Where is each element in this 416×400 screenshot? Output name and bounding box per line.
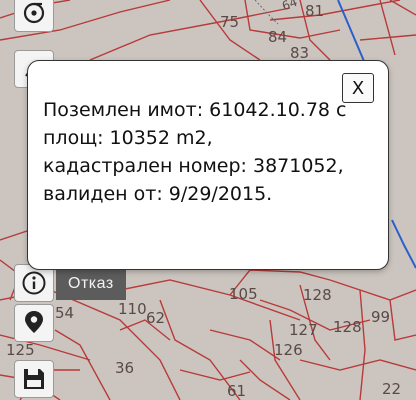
parcel-label: 62 bbox=[146, 309, 166, 327]
parcel-label: 84 bbox=[268, 28, 288, 46]
parcel-label: 110 bbox=[118, 300, 147, 318]
parcel-label: 99 bbox=[371, 308, 391, 326]
parcel-label: 125 bbox=[6, 341, 35, 359]
target-icon bbox=[21, 0, 47, 26]
location-pin-icon bbox=[21, 309, 47, 337]
save-icon bbox=[21, 366, 47, 392]
parcel-label: 128 bbox=[303, 286, 332, 304]
parcel-label: 22 bbox=[382, 380, 402, 398]
parcel-label: 105 bbox=[229, 285, 258, 303]
parcel-label: 126 bbox=[274, 341, 303, 359]
info-icon bbox=[21, 270, 47, 296]
parcel-label: 128 bbox=[333, 318, 362, 336]
cancel-button[interactable]: Отказ bbox=[56, 268, 126, 300]
parcel-label: 81 bbox=[305, 2, 325, 20]
save-button[interactable] bbox=[14, 360, 54, 398]
parcel-info-dialog: Поземлен имот: 61042.10.78 с площ: 10352… bbox=[27, 60, 389, 270]
parcel-label: 83 bbox=[290, 44, 310, 62]
parcel-info-text: Поземлен имот: 61042.10.78 с площ: 10352… bbox=[43, 99, 347, 205]
parcel-label: 127 bbox=[289, 321, 318, 339]
location-button[interactable] bbox=[14, 304, 54, 342]
parcel-label: 54 bbox=[55, 304, 75, 322]
parcel-label: 36 bbox=[115, 359, 135, 377]
target-button[interactable] bbox=[14, 0, 54, 32]
parcel-label: 61 bbox=[227, 382, 247, 400]
close-button[interactable]: X bbox=[342, 73, 374, 103]
parcel-label: 75 bbox=[220, 13, 240, 31]
